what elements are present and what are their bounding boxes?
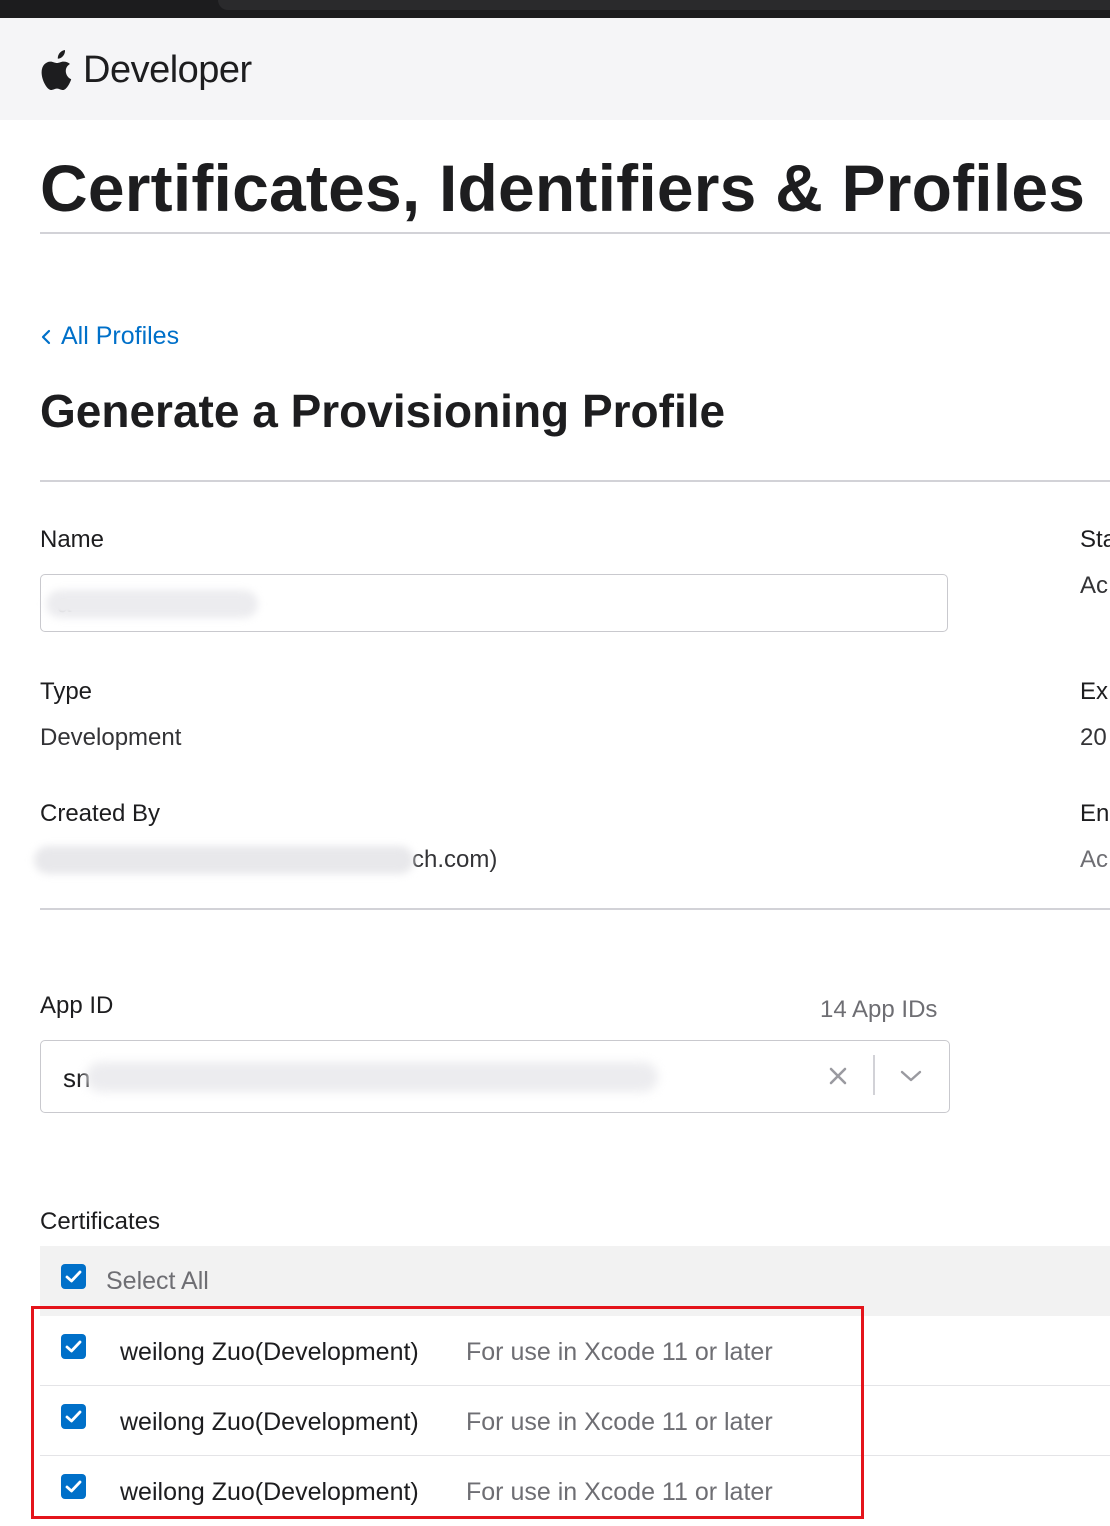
certificate-row[interactable]: weilong Zuo(Development) For use in Xcod… [40, 1456, 1110, 1526]
back-link-label: All Profiles [61, 322, 180, 350]
select-all-checkbox[interactable] [61, 1264, 86, 1289]
browser-tab-bar [0, 0, 1110, 18]
status-value: Ac [1080, 572, 1109, 599]
divider [40, 232, 1110, 234]
back-to-all-profiles-link[interactable]: All Profiles [40, 322, 179, 351]
app-id-label: App ID [40, 992, 114, 1019]
certificate-name: weilong Zuo(Development) [120, 1408, 419, 1436]
checkmark-icon [65, 1410, 82, 1423]
chevron-down-icon[interactable] [899, 1069, 923, 1083]
select-separator [873, 1055, 875, 1095]
certificate-note: For use in Xcode 11 or later [466, 1338, 773, 1366]
entitlements-value: Ac [1080, 846, 1109, 873]
certificate-checkbox[interactable] [61, 1404, 86, 1429]
certificate-name: weilong Zuo(Development) [120, 1338, 419, 1366]
checkmark-icon [65, 1480, 82, 1493]
brand-name: Developer [83, 48, 252, 91]
certificate-row[interactable]: weilong Zuo(Development) For use in Xcod… [40, 1316, 1110, 1386]
select-all-label: Select All [106, 1267, 209, 1295]
certificate-checkbox[interactable] [61, 1334, 86, 1359]
type-label: Type [40, 678, 93, 705]
certificates-label: Certificates [40, 1208, 161, 1235]
name-label: Name [40, 526, 105, 553]
section-title: Generate a Provisioning Profile [40, 385, 726, 437]
type-value: Development [40, 724, 182, 751]
certificate-checkbox[interactable] [61, 1474, 86, 1499]
browser-tab [218, 0, 1110, 10]
redacted-text [86, 1062, 658, 1092]
app-id-count: 14 App IDs [820, 996, 938, 1023]
chevron-left-icon [41, 329, 51, 344]
entitlements-label: En [1080, 800, 1110, 827]
redacted-text [34, 846, 414, 874]
created-by-value: ch.com) [412, 846, 498, 873]
select-all-row[interactable]: Select All [40, 1246, 1110, 1316]
apple-logo-icon [41, 50, 72, 90]
divider [40, 480, 1110, 482]
status-label: Sta [1080, 526, 1110, 553]
redacted-text [46, 590, 258, 618]
developer-home-link[interactable]: Developer [40, 42, 252, 98]
certificate-note: For use in Xcode 11 or later [466, 1478, 773, 1506]
certificate-note: For use in Xcode 11 or later [466, 1408, 773, 1436]
certificate-row[interactable]: weilong Zuo(Development) For use in Xcod… [40, 1386, 1110, 1456]
checkmark-icon [65, 1340, 82, 1353]
browser-chrome [0, 0, 1110, 20]
created-by-label: Created By [40, 800, 161, 827]
expiration-label: Ex [1080, 678, 1109, 705]
divider [40, 908, 1110, 910]
site-header: Developer [0, 20, 1110, 120]
certificate-name: weilong Zuo(Development) [120, 1478, 419, 1506]
checkmark-icon [65, 1270, 82, 1283]
expiration-value: 20 [1080, 724, 1107, 751]
page-title: Certificates, Identifiers & Profiles [40, 151, 1086, 225]
clear-icon[interactable] [827, 1065, 849, 1087]
